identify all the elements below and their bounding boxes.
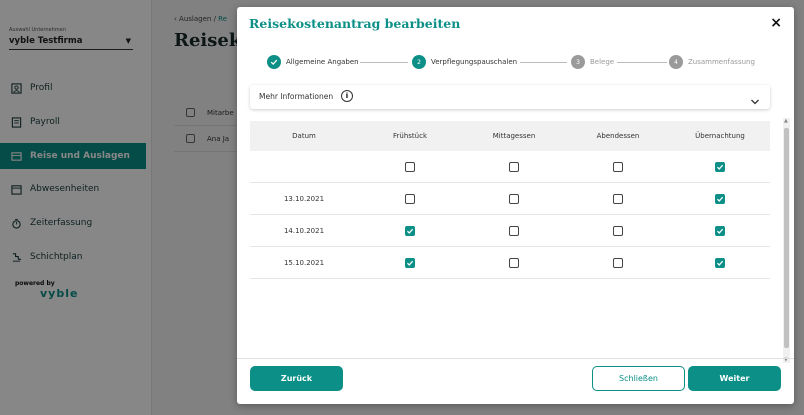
abendessen-cell <box>566 193 670 204</box>
step-zusammenfassung[interactable]: 4 Zusammenfassung <box>669 55 755 69</box>
next-button[interactable]: Weiter <box>688 366 781 391</box>
mittagessen-cell <box>462 225 566 236</box>
abendessen-checkbox[interactable] <box>613 161 623 172</box>
abendessen-cell <box>566 257 670 268</box>
scroll-up-icon[interactable]: ▲ <box>784 118 788 124</box>
more-info-label: Mehr Informationen <box>259 92 334 101</box>
uebernachtung-checkbox[interactable] <box>715 193 725 204</box>
uebernachtung-cell <box>670 257 770 268</box>
close-icon[interactable]: × <box>770 15 782 31</box>
mittagessen-checkbox[interactable] <box>509 225 519 236</box>
step-label: Verpflegungspauschalen <box>431 58 518 66</box>
mittagessen-checkbox[interactable] <box>509 257 519 268</box>
table-row <box>250 151 770 183</box>
step-label: Belege <box>590 58 615 66</box>
more-info-accordion[interactable]: Mehr Informationen i <box>250 85 770 109</box>
fruehstueck-cell <box>358 193 462 204</box>
uebernachtung-checkbox[interactable] <box>715 225 725 236</box>
date-cell: 13.10.2021 <box>283 194 325 203</box>
step-connector <box>360 62 408 63</box>
footer-divider <box>237 358 794 359</box>
step-label: Zusammenfassung <box>688 58 755 66</box>
scrollbar[interactable]: ▲ ▼ <box>783 118 790 363</box>
abendessen-cell <box>566 161 670 172</box>
check-icon <box>716 164 724 170</box>
step-allgemeine-angaben[interactable]: Allgemeine Angaben <box>267 55 359 69</box>
info-icon[interactable]: i <box>341 90 353 102</box>
uebernachtung-checkbox[interactable] <box>715 161 725 172</box>
date-cell: 15.10.2021 <box>283 258 325 267</box>
fruehstueck-cell <box>358 225 462 236</box>
chevron-down-icon[interactable] <box>750 91 760 110</box>
column-header-datum: Datum <box>292 132 316 140</box>
stepper: Allgemeine Angaben 2 Verpflegungspauscha… <box>267 55 767 71</box>
edit-expense-modal: Reisekostenantrag bearbeiten × Allgemein… <box>237 7 794 404</box>
fruehstueck-cell <box>358 161 462 172</box>
table-header: Datum Frühstück Mittagessen Abendessen Ü… <box>250 121 770 151</box>
fruehstueck-checkbox[interactable] <box>405 193 415 204</box>
step-number: 3 <box>571 55 585 69</box>
column-header-abendessen: Abendessen <box>596 132 640 140</box>
table-row: 14.10.2021 <box>250 215 770 247</box>
date-cell: 14.10.2021 <box>283 226 325 235</box>
fruehstueck-checkbox[interactable] <box>405 257 415 268</box>
mittagessen-checkbox[interactable] <box>509 161 519 172</box>
step-number: 2 <box>412 55 426 69</box>
scrollbar-thumb[interactable] <box>784 128 789 348</box>
check-icon <box>716 260 724 266</box>
fruehstueck-cell <box>358 257 462 268</box>
meal-allowance-table: Datum Frühstück Mittagessen Abendessen Ü… <box>250 121 770 279</box>
check-icon <box>406 228 414 234</box>
table-row: 13.10.2021 <box>250 183 770 215</box>
uebernachtung-cell <box>670 193 770 204</box>
column-header-mittagessen: Mittagessen <box>492 132 536 140</box>
abendessen-checkbox[interactable] <box>613 193 623 204</box>
close-button[interactable]: Schließen <box>592 366 685 391</box>
abendessen-checkbox[interactable] <box>613 225 623 236</box>
mittagessen-cell <box>462 193 566 204</box>
mittagessen-cell <box>462 257 566 268</box>
step-belege[interactable]: 3 Belege <box>571 55 614 69</box>
column-header-fruehstueck: Frühstück <box>393 132 427 140</box>
abendessen-checkbox[interactable] <box>613 257 623 268</box>
step-number: 4 <box>669 55 683 69</box>
modal-title: Reisekostenantrag bearbeiten <box>249 16 461 31</box>
check-icon <box>716 228 724 234</box>
check-icon <box>406 260 414 266</box>
back-button[interactable]: Zurück <box>250 366 343 391</box>
mittagessen-cell <box>462 161 566 172</box>
table-row: 15.10.2021 <box>250 247 770 279</box>
check-icon <box>267 55 281 69</box>
fruehstueck-checkbox[interactable] <box>405 225 415 236</box>
uebernachtung-cell <box>670 161 770 172</box>
column-header-uebernachtung: Übernachtung <box>695 132 745 140</box>
mittagessen-checkbox[interactable] <box>509 193 519 204</box>
table-body: 13.10.2021 14.10.2021 15.10.2021 <box>250 151 770 279</box>
uebernachtung-cell <box>670 225 770 236</box>
step-label: Allgemeine Angaben <box>286 58 359 66</box>
step-connector <box>617 62 667 63</box>
check-icon <box>716 196 724 202</box>
step-verpflegungspauschalen[interactable]: 2 Verpflegungspauschalen <box>412 55 517 69</box>
fruehstueck-checkbox[interactable] <box>405 161 415 172</box>
uebernachtung-checkbox[interactable] <box>715 257 725 268</box>
abendessen-cell <box>566 225 670 236</box>
step-connector <box>520 62 567 63</box>
